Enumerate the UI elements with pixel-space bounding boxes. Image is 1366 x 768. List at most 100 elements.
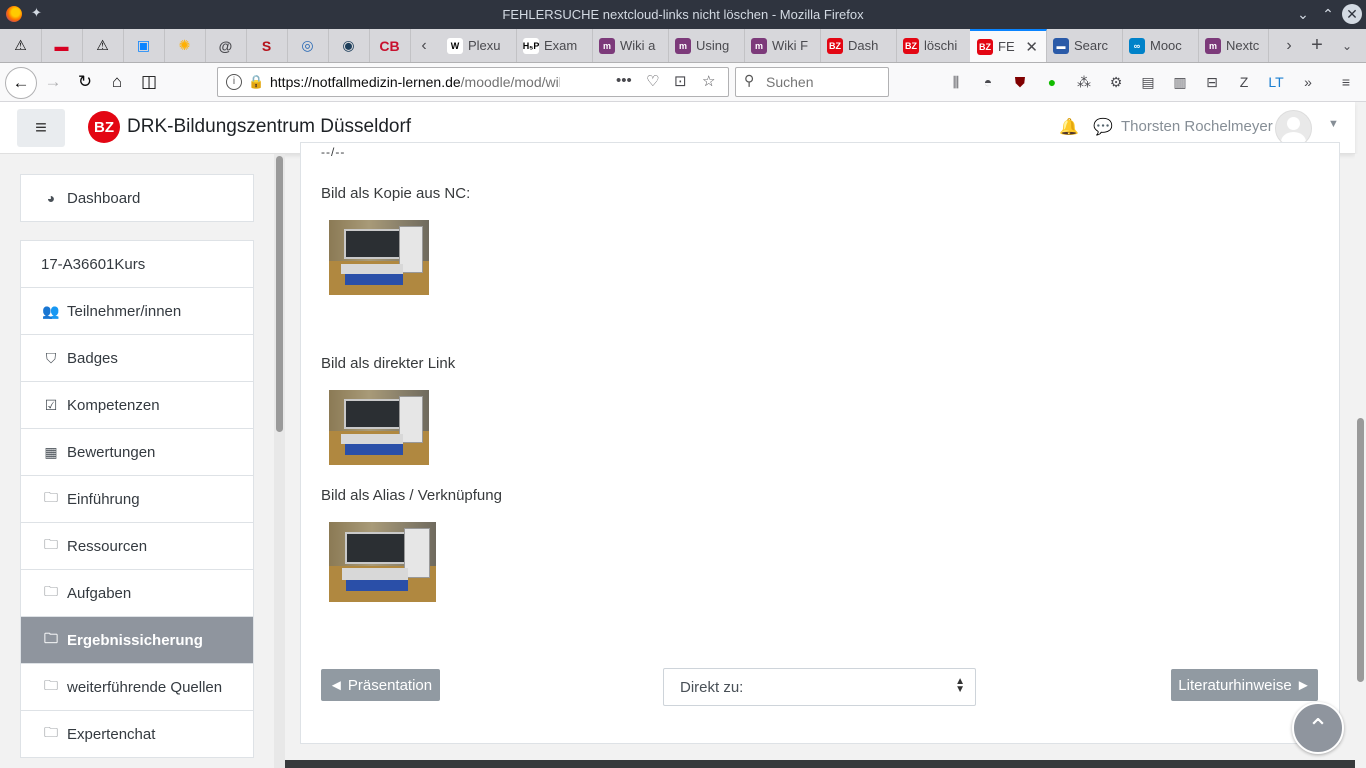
user-menu-caret-icon[interactable]: ▼ (1328, 118, 1339, 130)
site-name[interactable]: DRK-Bildungszentrum Düsseldorf (127, 116, 411, 138)
close-window-icon[interactable]: ✕ (1342, 4, 1362, 24)
search-input[interactable] (764, 72, 883, 92)
page-scrollbar[interactable] (1355, 154, 1366, 768)
tab-1[interactable]: H₅P Exam (516, 29, 593, 62)
sidebar-item-aufgaben[interactable]: 🗀 Aufgaben (21, 569, 253, 616)
back-to-top-button[interactable]: ⌃ (1292, 702, 1344, 754)
languagetool-icon[interactable]: LT (1266, 72, 1286, 92)
tab-9[interactable]: ∞ Mooc (1122, 29, 1199, 62)
nav-group-course: 17-A36601Kurs 👥 Teilnehmer/innen ⛉ Badges ☑ Ko… (20, 240, 254, 758)
sidebar-item-17-a36601kurs[interactable]: 17-A36601Kurs (21, 241, 253, 287)
sidebar-item-icon: ⛉ (45, 349, 57, 366)
sidebar-item-icon: ☑ (44, 396, 58, 413)
site-logo[interactable]: BZ (88, 111, 120, 143)
pinned-red-site-tab[interactable]: ▬ (41, 29, 83, 62)
forward-button[interactable]: → (40, 69, 66, 95)
pocket-icon[interactable]: ♡ (646, 72, 659, 90)
lock-icon[interactable]: 🔒 (248, 74, 264, 90)
notes-extension-icon[interactable]: ▤ (1138, 72, 1158, 92)
sidebar-item-kompetenzen[interactable]: ☑ Kompetenzen (21, 381, 253, 428)
sidebar-item-icon: 🗀 (44, 630, 58, 646)
pinned-globe-tab[interactable]: ◉ (328, 29, 370, 62)
sidebar-item-einf-hrung[interactable]: 🗀 Einführung (21, 475, 253, 522)
tab-2[interactable]: m Wiki a (592, 29, 669, 62)
drawer-toggle-button[interactable]: ≡ (17, 109, 65, 147)
user-name[interactable]: Thorsten Rochelmeyer (1121, 118, 1273, 135)
bookmark-star-icon[interactable]: ☆ (702, 72, 715, 90)
home-button[interactable]: ⌂ (104, 69, 130, 95)
image-direct-link (329, 390, 429, 465)
tab-7[interactable]: BZ FE ✕ (970, 29, 1047, 62)
navigation-toolbar: ← → ↻ ⌂ ◫ i 🔒 https://notfallmedizin-ler… (0, 63, 1366, 102)
tab-10[interactable]: m Nextc (1198, 29, 1269, 62)
screenshot-extension-icon[interactable]: ⊟ (1202, 72, 1222, 92)
sidebar-item-expertenchat[interactable]: 🗀 Expertenchat (21, 710, 253, 757)
messages-icon[interactable]: 💬 (1093, 117, 1113, 137)
tab-favicon-icon: BZ (977, 38, 993, 55)
sidebar-item-ergebnissicherung[interactable]: 🗀 Ergebnissicherung (21, 616, 253, 663)
tab-5[interactable]: BZ Dash (820, 29, 897, 62)
back-button[interactable]: ← (5, 67, 37, 99)
tab-label: Dash (848, 38, 879, 53)
drawer-scrollbar-thumb[interactable] (276, 156, 283, 432)
nav-drawer: ◕ Dashboard 17-A36601Kurs 👥 Teilnehmer/inne… (0, 154, 274, 768)
pinned-sun-tab[interactable]: ✺ (164, 29, 206, 62)
pinned-at-tab[interactable]: @ (205, 29, 247, 62)
sidebar-item-ressourcen[interactable]: 🗀 Ressourcen (21, 522, 253, 569)
sidebar-item-badges[interactable]: ⛉ Badges (21, 334, 253, 381)
ublock-icon[interactable]: ⛊ (1010, 72, 1030, 92)
notification-bell-icon[interactable]: 🔔 (1059, 117, 1079, 137)
site-info-icon[interactable]: i (226, 74, 242, 90)
tab-6[interactable]: BZ löschi (896, 29, 971, 62)
clipboard-extension-icon[interactable]: ▥ (1170, 72, 1190, 92)
zotero-icon[interactable]: Z (1234, 72, 1254, 92)
tabs-scroll-left-icon[interactable]: ‹ (410, 29, 438, 62)
pinned-window-tab[interactable]: ▣ (123, 29, 165, 62)
tab-4[interactable]: m Wiki F (744, 29, 821, 62)
search-bar[interactable]: ⚲ (735, 67, 889, 97)
pinned-doc-tab[interactable]: ◎ (287, 29, 329, 62)
pinned-window-icon: ▣ (136, 37, 151, 53)
maximize-icon[interactable]: ⌃ (1318, 4, 1338, 24)
tab-list-icon[interactable]: ⌄ (1333, 29, 1361, 62)
pinned-s-tab[interactable]: S (246, 29, 288, 62)
bplus-extension-icon[interactable]: ● (1042, 72, 1062, 92)
hamburger-menu-icon[interactable]: ≡ (1336, 72, 1356, 92)
tab-3[interactable]: m Using (668, 29, 745, 62)
pinned-cb-tab[interactable]: CB (369, 29, 411, 62)
page-scrollbar-thumb[interactable] (1357, 418, 1364, 682)
tab-0[interactable]: W Plexu (440, 29, 517, 62)
url-bar[interactable]: i 🔒 https://notfallmedizin-lernen.de/moo… (217, 67, 729, 97)
library-icon[interactable]: ⫼ (946, 72, 966, 92)
new-tab-icon[interactable]: + (1303, 29, 1331, 62)
reload-button[interactable]: ↻ (72, 69, 98, 95)
pinned-alert-2-tab[interactable]: ⚠ (82, 29, 124, 62)
sidebar-item-icon: ▦ (44, 443, 58, 460)
sidebar-item-label: Dashboard (67, 189, 141, 207)
overflow-menu-icon[interactable]: » (1298, 72, 1318, 92)
sidebar-item-label: Expertenchat (67, 725, 156, 743)
image-copy-from-nc (329, 220, 429, 295)
sidebar-item-dashboard[interactable]: ◕ Dashboard (21, 175, 253, 221)
next-activity-button[interactable]: Literaturhinweise ► (1171, 669, 1318, 701)
jump-to-select[interactable]: Direkt zu: ▲ ▼ (663, 668, 976, 706)
sidebar-toggle-button[interactable]: ◫ (136, 69, 162, 95)
sidebar-item-weiterf-hrende-quellen[interactable]: 🗀 weiterführende Quellen (21, 663, 253, 710)
tab-8[interactable]: ▬ Searc (1046, 29, 1123, 62)
incognito-icon[interactable]: ◓ (978, 72, 998, 92)
reader-view-icon[interactable]: ⊡ (674, 72, 687, 90)
prev-activity-button[interactable]: ◄ Präsentation (321, 669, 440, 701)
sidebar-item-teilnehmer-innen[interactable]: 👥 Teilnehmer/innen (21, 287, 253, 334)
sidebar-item-bewertungen[interactable]: ▦ Bewertungen (21, 428, 253, 475)
gear-extension-icon[interactable]: ⚙ (1106, 72, 1126, 92)
url-text[interactable]: https://notfallmedizin-lernen.de/moodle/… (270, 74, 560, 90)
drawer-scrollbar[interactable] (274, 154, 285, 768)
page-actions-icon[interactable]: ••• (616, 72, 632, 89)
pinned-alert-1-tab[interactable]: ⚠ (0, 29, 42, 62)
minimize-icon[interactable]: ⌄ (1293, 4, 1313, 24)
tab-favicon-icon: ∞ (1129, 37, 1145, 54)
tabs-scroll-right-icon[interactable]: › (1275, 29, 1303, 62)
tab-close-icon[interactable]: ✕ (1025, 38, 1038, 56)
tab-favicon-icon: BZ (903, 37, 919, 54)
color-extension-icon[interactable]: ⁂ (1074, 72, 1094, 92)
